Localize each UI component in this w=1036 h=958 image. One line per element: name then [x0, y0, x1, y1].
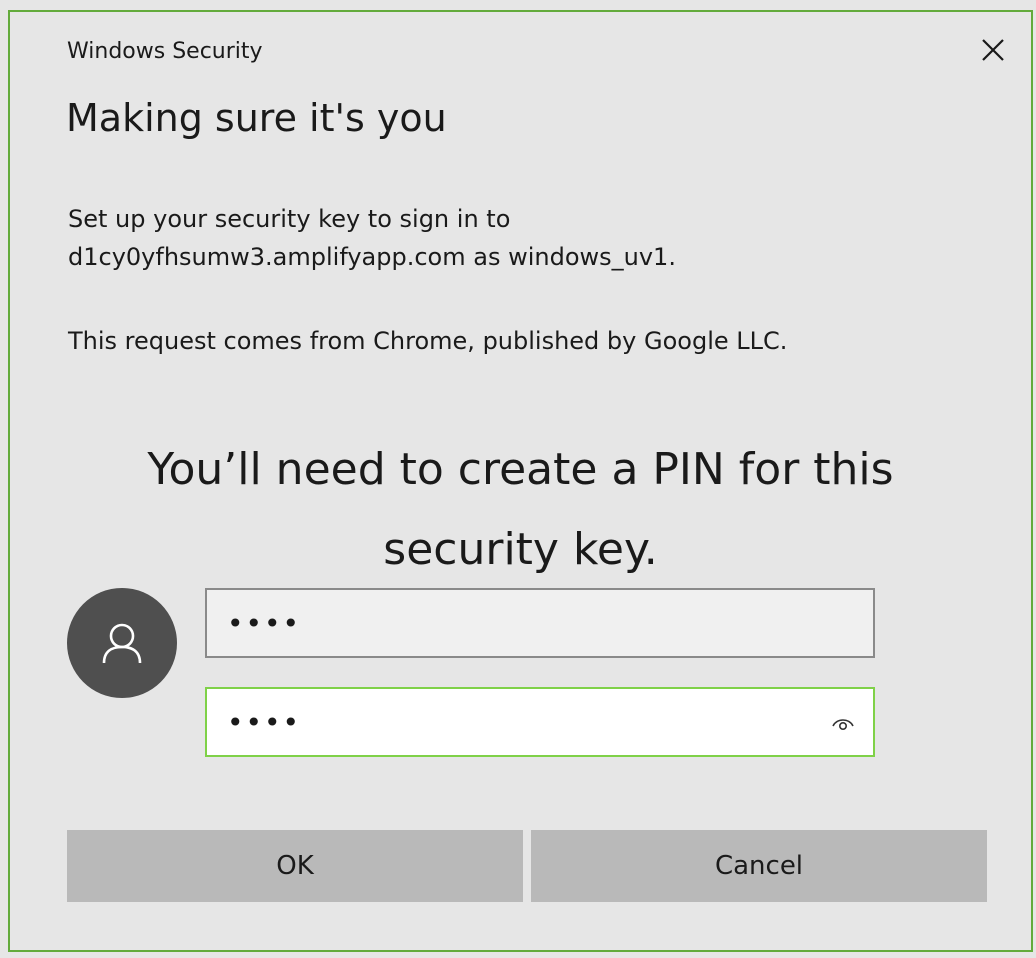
eye-icon[interactable]	[831, 711, 855, 735]
user-icon	[102, 623, 142, 664]
cancel-button[interactable]: Cancel	[531, 830, 987, 902]
close-icon	[982, 39, 1004, 61]
dialog-heading: Making sure it's you	[66, 96, 447, 140]
pin-prompt-line-2: security key.	[383, 524, 658, 575]
new-pin-value: ••••	[227, 606, 302, 640]
description-line-2: d1cy0yfhsumw3.amplifyapp.com as windows_…	[68, 243, 676, 271]
ok-button[interactable]: OK	[67, 830, 523, 902]
confirm-pin-field[interactable]: ••••	[205, 687, 875, 757]
close-button[interactable]	[973, 30, 1013, 70]
description-line-1: Set up your security key to sign in to	[68, 205, 511, 233]
confirm-pin-value: ••••	[227, 705, 302, 739]
description: Set up your security key to sign in to d…	[68, 200, 676, 276]
request-origin-text: This request comes from Chrome, publishe…	[68, 327, 788, 355]
pin-prompt-line-1: You’ll need to create a PIN for this	[147, 444, 894, 495]
new-pin-field[interactable]: ••••	[205, 588, 875, 658]
pin-prompt: You’ll need to create a PIN for this sec…	[10, 430, 1031, 590]
window-title: Windows Security	[67, 39, 263, 64]
windows-security-dialog: Windows Security Making sure it's you Se…	[8, 10, 1033, 952]
avatar	[67, 588, 177, 698]
